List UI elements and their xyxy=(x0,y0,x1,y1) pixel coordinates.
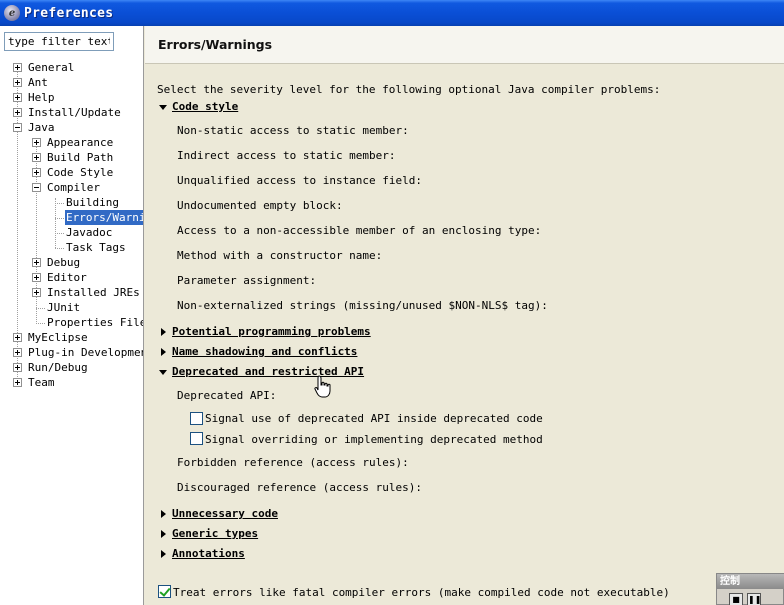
stop-button-icon[interactable]: ■ xyxy=(729,593,743,605)
section-deprecated-api[interactable]: Deprecated and restricted API xyxy=(172,365,364,379)
expand-plus-icon[interactable] xyxy=(32,273,41,282)
tree-item-myeclipse[interactable]: MyEclipse xyxy=(0,330,143,345)
tree-item-debug[interactable]: Debug xyxy=(0,255,143,270)
expand-plus-icon[interactable] xyxy=(32,258,41,267)
tree-item-junit[interactable]: JUnit xyxy=(0,300,143,315)
tree-item-run-debug[interactable]: Run/Debug xyxy=(0,360,143,375)
signal-overriding-deprecated-label[interactable]: Signal overriding or implementing deprec… xyxy=(205,433,543,447)
tree-item-install-update[interactable]: Install/Update xyxy=(0,105,143,120)
forbidden-reference-label: Forbidden reference (access rules): xyxy=(177,456,409,469)
expand-plus-icon[interactable] xyxy=(13,333,22,342)
expand-plus-icon[interactable] xyxy=(13,78,22,87)
section-name-shadowing[interactable]: Name shadowing and conflicts xyxy=(172,345,357,359)
filter-input[interactable] xyxy=(4,32,114,51)
collapse-minus-icon[interactable] xyxy=(32,183,41,192)
eclipse-app-icon: e xyxy=(4,5,20,21)
expand-plus-icon[interactable] xyxy=(13,93,22,102)
option-label: Non-static access to static member: xyxy=(177,124,409,137)
option-label: Indirect access to static member: xyxy=(177,149,396,162)
tree-item-ant[interactable]: Ant xyxy=(0,75,143,90)
hand-cursor-icon xyxy=(314,375,331,398)
expand-plus-icon[interactable] xyxy=(13,363,22,372)
collapsed-arrow-icon[interactable] xyxy=(161,530,166,538)
section-unnecessary-code[interactable]: Unnecessary code xyxy=(172,507,278,521)
tree-item-errors-warnings[interactable]: Errors/Warnir xyxy=(0,210,143,225)
collapsed-arrow-icon[interactable] xyxy=(161,328,166,336)
expand-plus-icon[interactable] xyxy=(13,63,22,72)
option-label: Access to a non-accessible member of an … xyxy=(177,224,542,237)
tree-item-java[interactable]: Java xyxy=(0,120,143,135)
section-annotations[interactable]: Annotations xyxy=(172,547,245,561)
tree-item-appearance[interactable]: Appearance xyxy=(0,135,143,150)
floating-control-panel[interactable]: 控制 ■ ❚❚ xyxy=(716,573,784,605)
expand-plus-icon[interactable] xyxy=(13,378,22,387)
expanded-arrow-icon[interactable] xyxy=(159,105,167,110)
expand-plus-icon[interactable] xyxy=(13,108,22,117)
expand-plus-icon[interactable] xyxy=(13,348,22,357)
treat-errors-fatal-checkbox[interactable] xyxy=(158,585,171,598)
tree-item-compiler[interactable]: Compiler xyxy=(0,180,143,195)
errors-warnings-page: Errors/Warnings Select the severity leve… xyxy=(145,26,784,605)
expanded-arrow-icon[interactable] xyxy=(159,370,167,375)
tree-item-task-tags[interactable]: Task Tags xyxy=(0,240,143,255)
collapse-minus-icon[interactable] xyxy=(13,123,22,132)
collapsed-arrow-icon[interactable] xyxy=(161,550,166,558)
page-header: Errors/Warnings xyxy=(145,26,784,64)
tree-item-building[interactable]: Building xyxy=(0,195,143,210)
expand-plus-icon[interactable] xyxy=(32,153,41,162)
pause-button-icon[interactable]: ❚❚ xyxy=(747,593,761,605)
option-label: Method with a constructor name: xyxy=(177,249,383,262)
window-title: Preferences xyxy=(24,5,114,21)
signal-inside-deprecated-checkbox[interactable] xyxy=(190,412,203,425)
tree-item-plugin-development[interactable]: Plug-in Development xyxy=(0,345,143,360)
tree-item-javadoc[interactable]: Javadoc xyxy=(0,225,143,240)
signal-overriding-deprecated-checkbox[interactable] xyxy=(190,432,203,445)
preferences-tree-panel: General Ant Help Install/Update Java App… xyxy=(0,26,144,605)
option-label: Undocumented empty block: xyxy=(177,199,343,212)
window-titlebar[interactable]: e Preferences xyxy=(0,0,784,26)
tree-item-general[interactable]: General xyxy=(0,60,143,75)
deprecated-api-label: Deprecated API: xyxy=(177,389,277,402)
treat-errors-fatal-label[interactable]: Treat errors like fatal compiler errors … xyxy=(173,586,670,600)
discouraged-reference-label: Discouraged reference (access rules): xyxy=(177,481,423,494)
control-panel-title: 控制 xyxy=(717,574,784,589)
expand-plus-icon[interactable] xyxy=(32,288,41,297)
option-label: Parameter assignment: xyxy=(177,274,317,287)
collapsed-arrow-icon[interactable] xyxy=(161,348,166,356)
expand-plus-icon[interactable] xyxy=(32,138,41,147)
tree-item-help[interactable]: Help xyxy=(0,90,143,105)
section-code-style[interactable]: Code style xyxy=(172,100,238,114)
intro-text: Select the severity level for the follow… xyxy=(157,83,661,96)
option-label: Non-externalized strings (missing/unused… xyxy=(177,299,548,312)
page-title: Errors/Warnings xyxy=(158,37,273,52)
tree-item-build-path[interactable]: Build Path xyxy=(0,150,143,165)
tree-item-team[interactable]: Team xyxy=(0,375,143,390)
tree-item-code-style[interactable]: Code Style xyxy=(0,165,143,180)
collapsed-arrow-icon[interactable] xyxy=(161,510,166,518)
tree-item-properties-files[interactable]: Properties Files xyxy=(0,315,143,330)
expand-plus-icon[interactable] xyxy=(32,168,41,177)
option-label: Unqualified access to instance field: xyxy=(177,174,423,187)
tree-item-installed-jres[interactable]: Installed JREs xyxy=(0,285,143,300)
signal-inside-deprecated-label[interactable]: Signal use of deprecated API inside depr… xyxy=(205,412,543,426)
tree-item-editor[interactable]: Editor xyxy=(0,270,143,285)
section-potential-problems[interactable]: Potential programming problems xyxy=(172,325,371,339)
section-generic-types[interactable]: Generic types xyxy=(172,527,258,541)
